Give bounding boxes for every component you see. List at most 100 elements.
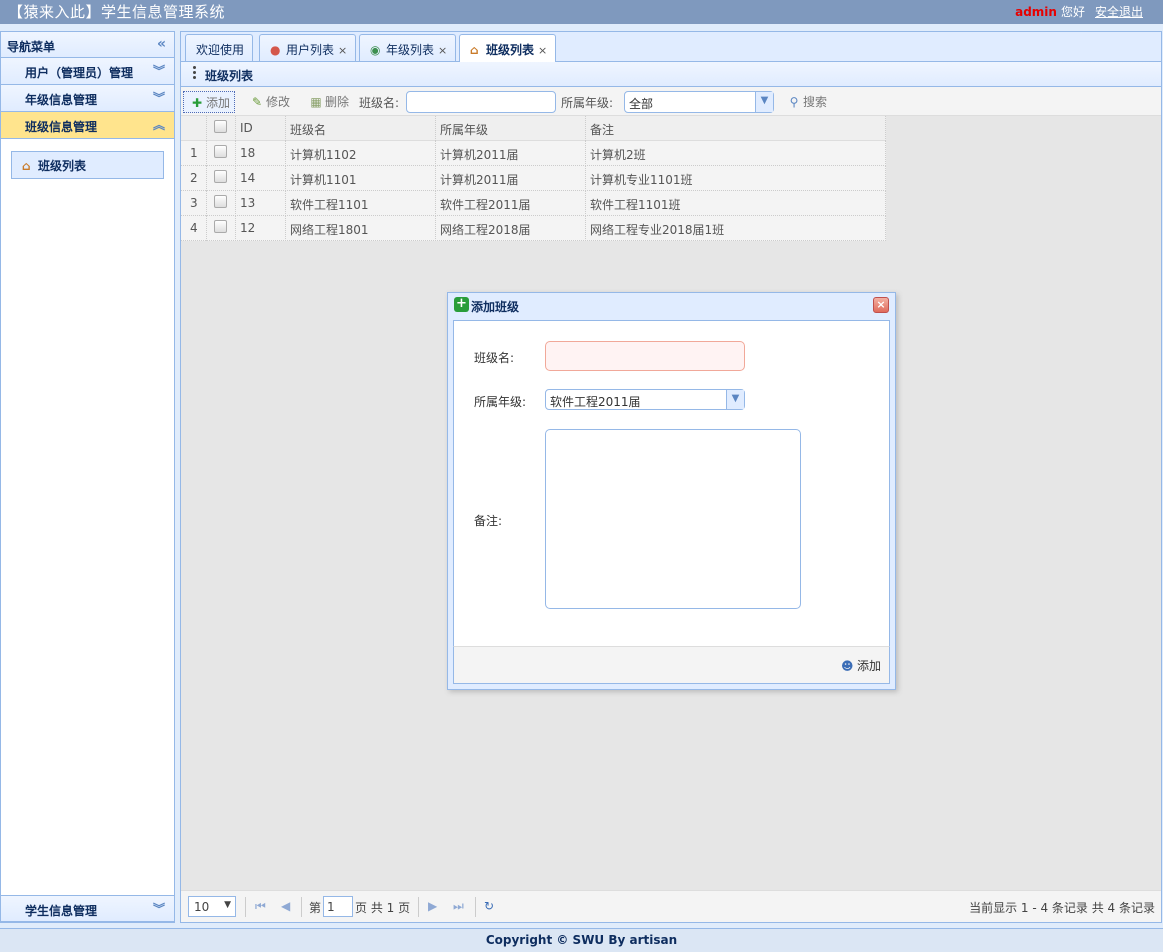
prev-page-icon[interactable]: ◀ [281,899,290,913]
search-button[interactable]: ⚲ 搜索 [781,91,831,113]
close-tab-icon[interactable]: × [538,44,547,57]
column-header-id[interactable]: ID [236,116,286,141]
next-page-icon[interactable]: ▶ [428,899,437,913]
cell-name: 计算机1102 [286,141,436,166]
add-button[interactable]: ✚ 添加 [183,91,236,113]
app-title: 【猿来入此】学生信息管理系统 [8,3,226,21]
sidebar-section-class[interactable]: 班级信息管理 ︽ [1,112,174,139]
cell-grade: 计算机2011届 [436,166,586,191]
sidebar-item-class-list[interactable]: ⌂ 班级列表 [11,151,164,179]
cell-name: 软件工程1101 [286,191,436,216]
row-checkbox[interactable] [214,220,227,233]
row-checkbox[interactable] [214,145,227,158]
dialog-body: 班级名: 所属年级: 软件工程2011届 ▼ 备注: [453,320,890,647]
chevron-down-icon[interactable]: ▼ [726,390,744,409]
remark-label: 备注: [474,514,503,528]
table-header-row: ID 班级名 所属年级 备注 [181,116,886,141]
close-icon[interactable]: × [873,297,889,313]
class-name-input[interactable] [545,341,745,371]
chevron-down-icon[interactable]: ▼ [755,92,773,112]
row-checkbox[interactable] [214,170,227,183]
tab-bar: 欢迎使用 ● 用户列表 × ◉ 年级列表 × ⌂ 班级列表 × [181,32,1161,62]
cell-grade: 网络工程2018届 [436,216,586,241]
row-checkbox[interactable] [214,195,227,208]
sidebar-item-label: 班级列表 [38,159,87,173]
row-number: 2 [181,166,207,191]
user-area: admin 您好 安全退出 [1015,3,1143,20]
table-row[interactable]: 4 12 网络工程1801 网络工程2018届 网络工程专业2018届1班 [181,216,886,241]
page-size-select[interactable]: 10 ▼ [188,896,236,917]
panel-header: 班级列表 [181,62,1161,87]
column-header-remark[interactable]: 备注 [586,116,886,141]
expand-icon[interactable]: ︾ [153,900,165,917]
divider [245,897,246,917]
delete-label: 删除 [325,95,350,109]
username: admin [1015,5,1057,19]
add-label: 添加 [206,96,231,110]
row-checkbox-cell[interactable] [207,141,236,166]
row-checkbox-cell[interactable] [207,166,236,191]
sidebar-title: 导航菜单 [7,40,56,54]
row-checkbox-cell[interactable] [207,216,236,241]
tab-welcome[interactable]: 欢迎使用 [185,34,254,61]
tab-class-list[interactable]: ⌂ 班级列表 × [459,34,557,62]
tab-user-list[interactable]: ● 用户列表 × [259,34,357,61]
divider [475,897,476,917]
expand-icon[interactable]: ︾ [153,89,165,106]
page-size-value: 10 [194,900,210,914]
class-name-filter-label: 班级名: [359,96,400,110]
refresh-icon[interactable]: ↻ [484,899,494,913]
table-row[interactable]: 2 14 计算机1101 计算机2011届 计算机专业1101班 [181,166,886,191]
plus-icon: ✚ [191,96,203,110]
row-checkbox-cell[interactable] [207,191,236,216]
sidebar-section-grade[interactable]: 年级信息管理 ︾ [1,85,174,112]
sidebar-section-user-admin[interactable]: 用户（管理员）管理 ︾ [1,58,174,85]
row-number: 1 [181,141,207,166]
table-row[interactable]: 3 13 软件工程1101 软件工程2011届 软件工程1101班 [181,191,886,216]
edit-label: 修改 [266,95,291,109]
collapse-icon[interactable]: ︽ [153,116,165,133]
sidebar-section-student[interactable]: 学生信息管理 ︾ [1,895,174,922]
cell-id: 18 [236,141,286,166]
plus-icon: + [454,297,469,312]
cell-name: 计算机1101 [286,166,436,191]
pagination-bar: 10 ▼ ⏮ ◀ 第 1 页 共 1 页 ▶ ⏭ ↻ 当前显示 1 - 4 条记… [181,890,1161,922]
edit-button[interactable]: ✎ 修改 [244,91,294,113]
last-page-icon[interactable]: ⏭ [453,899,464,914]
cell-name: 网络工程1801 [286,216,436,241]
tab-label: 班级列表 [486,43,535,57]
cell-grade: 计算机2011届 [436,141,586,166]
logout-link[interactable]: 安全退出 [1095,5,1143,19]
row-number-header [181,116,207,141]
delete-button[interactable]: ▦ 删除 [303,91,353,113]
expand-icon[interactable]: ︾ [153,62,165,79]
first-page-icon[interactable]: ⏮ [255,899,266,914]
delete-icon: ▦ [310,95,322,109]
class-name-search-input[interactable] [406,91,556,113]
column-header-name[interactable]: 班级名 [286,116,436,141]
tab-grade-list[interactable]: ◉ 年级列表 × [359,34,457,61]
select-all-checkbox-cell[interactable] [207,116,236,141]
dialog-add-button[interactable]: ☻ 添加 [841,657,881,674]
sidebar-section-label: 用户（管理员）管理 [25,66,134,80]
add-class-dialog: + 添加班级 × 班级名: 所属年级: 软件工程2011届 ▼ 备注: ☻ 添加 [447,292,896,690]
table-row[interactable]: 1 18 计算机1102 计算机2011届 计算机2班 [181,141,886,166]
grade-filter-select[interactable]: 全部 ▼ [624,91,774,113]
close-tab-icon[interactable]: × [338,44,347,57]
grade-select[interactable]: 软件工程2011届 ▼ [545,389,745,410]
search-label: 搜索 [803,95,828,109]
column-header-grade[interactable]: 所属年级 [436,116,586,141]
page-prefix: 第 [309,901,322,915]
globe-icon: ◉ [370,43,381,57]
cell-remark: 软件工程1101班 [586,191,886,216]
remark-textarea[interactable] [545,429,801,609]
grade-label: 所属年级: [474,395,527,409]
close-tab-icon[interactable]: × [438,44,447,57]
collapse-sidebar-icon[interactable]: « [157,36,166,52]
chevron-down-icon: ▼ [224,900,231,910]
divider [418,897,419,917]
page-number-input[interactable]: 1 [323,896,353,917]
select-all-checkbox[interactable] [214,120,227,133]
greeting: 您好 [1060,5,1085,19]
user-icon: ● [270,43,281,57]
